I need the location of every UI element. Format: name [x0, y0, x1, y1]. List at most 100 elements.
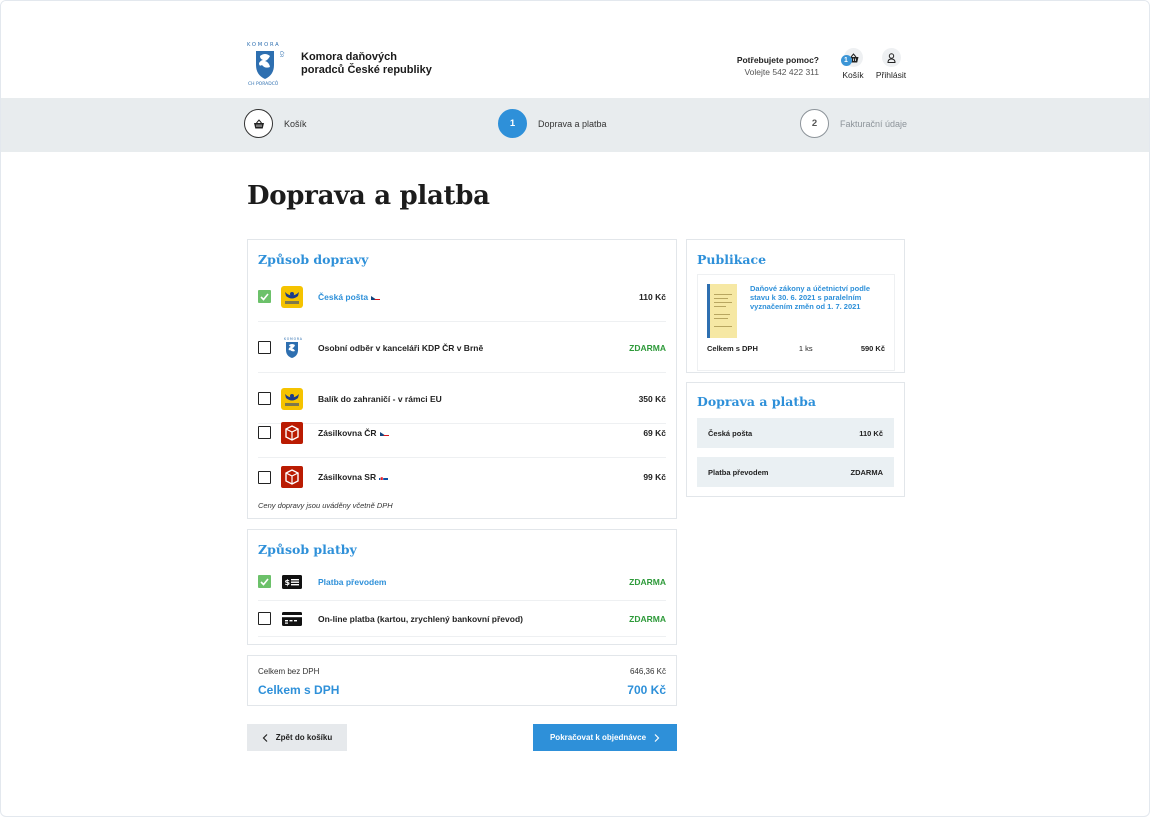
svg-text:CH PORADCŮ: CH PORADCŮ [248, 80, 278, 87]
czech-flag-icon [379, 430, 389, 436]
shipping-option-price: 99 Kč [643, 472, 666, 482]
shipping-option-label: Zásilkovna ČR [318, 428, 643, 438]
slovak-flag-icon [379, 474, 389, 480]
shipping-option-label: Zásilkovna SR [318, 472, 643, 482]
shipping-option[interactable]: Zásilkovna SR 99 Kč [258, 452, 666, 502]
publication-footer: Celkem s DPH 1 ks 590 Kč [707, 344, 885, 353]
back-to-cart-button[interactable]: Zpět do košíku [247, 724, 347, 751]
brand-name: Komora daňových poradců České republiky [301, 51, 432, 77]
publications-panel: Publikace Daňové zákony a účetnictví pod… [686, 239, 905, 373]
kdp-logo-icon: KOMORA CH PORADCŮ DAŇOV ČR [240, 1, 285, 87]
zasilkovna-icon [281, 466, 303, 488]
payment-option-text: On-line platba (kartou, zrychlený bankov… [318, 613, 523, 624]
summary-row-value: ZDARMA [850, 467, 884, 477]
checkbox[interactable] [258, 341, 271, 354]
shipping-option-price: 110 Kč [639, 291, 666, 302]
payment-option[interactable]: On-line platba (kartou, zrychlený bankov… [258, 601, 666, 637]
kdp-logo-icon: KOMORA [281, 337, 303, 359]
zasilkovna-icon [281, 421, 303, 444]
check-icon [260, 292, 269, 301]
shipping-option-price: ZDARMA [629, 342, 666, 353]
czech-flag-icon [371, 294, 381, 300]
shipping-option-text: Balík do zahraničí - v rámci EU [318, 393, 442, 404]
shipping-option-label: Osobní odběr v kanceláři KDP ČR v Brně [318, 343, 629, 353]
summary-row-label: Česká pošta [708, 428, 753, 438]
shipping-option[interactable]: Zásilkovna ČR 69 Kč [258, 408, 666, 458]
step-billing-number: 2 [800, 109, 829, 138]
checkbox-checked[interactable] [258, 290, 271, 303]
shipping-section: Způsob dopravy Česká pošta 110 Kč KOMORA… [247, 239, 677, 519]
publication-title[interactable]: Daňové zákony a účetnictví podle stavu k… [750, 284, 890, 311]
step-billing-label: Fakturační údaje [840, 118, 908, 129]
shipping-title: Způsob dopravy [258, 252, 369, 267]
publication-item[interactable]: Daňové zákony a účetnictví podle stavu k… [697, 274, 895, 371]
login-button[interactable]: Přihlásit [873, 48, 909, 80]
step-shipping-label: Doprava a platba [538, 118, 607, 129]
help-question: Potřebujete pomoc? [736, 55, 819, 65]
checkbox[interactable] [258, 426, 271, 439]
back-button-label: Zpět do košíku [275, 733, 333, 742]
payment-option[interactable]: $ Platba převodem ZDARMA [258, 563, 666, 601]
shipping-option-text: Osobní odběr v kanceláři KDP ČR v Brně [318, 342, 484, 353]
page-title: Doprava a platba [247, 181, 490, 211]
brand-line-2: poradců České republiky [301, 64, 432, 76]
shipping-payment-summary: Doprava a platba Česká pošta 110 Kč Plat… [686, 382, 905, 497]
step-shipping-number: 1 [498, 109, 527, 138]
svg-text:KOMORA: KOMORA [247, 42, 281, 48]
svg-text:KOMORA: KOMORA [284, 337, 303, 341]
checkbox[interactable] [258, 392, 271, 405]
chevron-right-icon [654, 733, 660, 742]
summary-row-value: 110 Kč [859, 428, 883, 438]
card-payment-icon [281, 608, 303, 630]
publication-quantity: 1 ks [798, 344, 813, 353]
cart-button[interactable]: 1 Košík [835, 48, 871, 80]
payment-option-text: Platba převodem [318, 576, 387, 587]
payment-option-price: ZDARMA [629, 613, 666, 624]
shipping-option-price: 69 Kč [643, 427, 666, 438]
payment-option-label: Platba převodem [318, 577, 629, 587]
book-cover-icon [707, 284, 737, 338]
shipping-option-text: Česká pošta [318, 291, 369, 302]
shipping-option[interactable]: Česká pošta 110 Kč [258, 272, 666, 322]
summary-row: Platba převodem ZDARMA [697, 457, 894, 487]
total-with-vat-label: Celkem s DPH [258, 683, 340, 697]
cart-count-badge: 1 [840, 55, 852, 66]
ceska-posta-icon [281, 387, 303, 410]
cart-label: Košík [842, 70, 864, 80]
shipping-option-text: Zásilkovna SR [318, 472, 377, 482]
payment-option-label: On-line platba (kartou, zrychlený bankov… [318, 614, 629, 624]
payment-option-price: ZDARMA [629, 576, 666, 587]
summary-row: Česká pošta 110 Kč [697, 418, 894, 448]
publication-price-label: Celkem s DPH [707, 344, 758, 353]
brand-line-1: Komora daňových [301, 51, 397, 63]
summary-title: Doprava a platba [697, 394, 816, 409]
publications-title: Publikace [697, 252, 767, 267]
user-icon [886, 52, 896, 63]
total-without-vat-value: 646,36 Kč [629, 667, 666, 676]
total-with-vat-value: 700 Kč [627, 683, 666, 697]
shipping-option-label: Česká pošta [318, 292, 639, 302]
publication-price: 590 Kč [860, 344, 885, 353]
svg-text:ČR: ČR [278, 51, 285, 57]
shipping-option[interactable]: KOMORA Osobní odběr v kanceláři KDP ČR v… [258, 323, 666, 373]
checkout-steps: Košík 1 Doprava a platba 2 Fakturační úd… [1, 98, 1149, 152]
payment-title: Způsob platby [258, 542, 357, 557]
ceska-posta-icon [281, 285, 303, 308]
checkbox-checked[interactable] [258, 575, 271, 588]
order-totals: Celkem bez DPH 646,36 Kč Celkem s DPH 70… [247, 655, 677, 706]
shipping-option-text: Zásilkovna ČR [318, 427, 377, 438]
payment-section: Způsob platby $ Platba převodem ZDARMA O… [247, 529, 677, 645]
step-cart[interactable]: Košík [244, 109, 307, 138]
summary-row-label: Platba převodem [708, 467, 769, 477]
checkbox[interactable] [258, 470, 271, 484]
help-contact: Potřebujete pomoc? Volejte 542 422 311 [701, 54, 819, 78]
step-cart-label: Košík [284, 118, 307, 129]
money-transfer-icon: $ [281, 571, 303, 593]
continue-order-button[interactable]: Pokračovat k objednávce [533, 724, 677, 751]
checkbox[interactable] [258, 612, 271, 625]
basket-icon [253, 118, 264, 128]
site-logo[interactable]: KOMORA CH PORADCŮ DAŇOV ČR [240, 1, 286, 87]
shipping-option-label: Balík do zahraničí - v rámci EU [318, 394, 639, 404]
help-phone[interactable]: Volejte 542 422 311 [701, 66, 819, 78]
check-icon [260, 577, 269, 586]
